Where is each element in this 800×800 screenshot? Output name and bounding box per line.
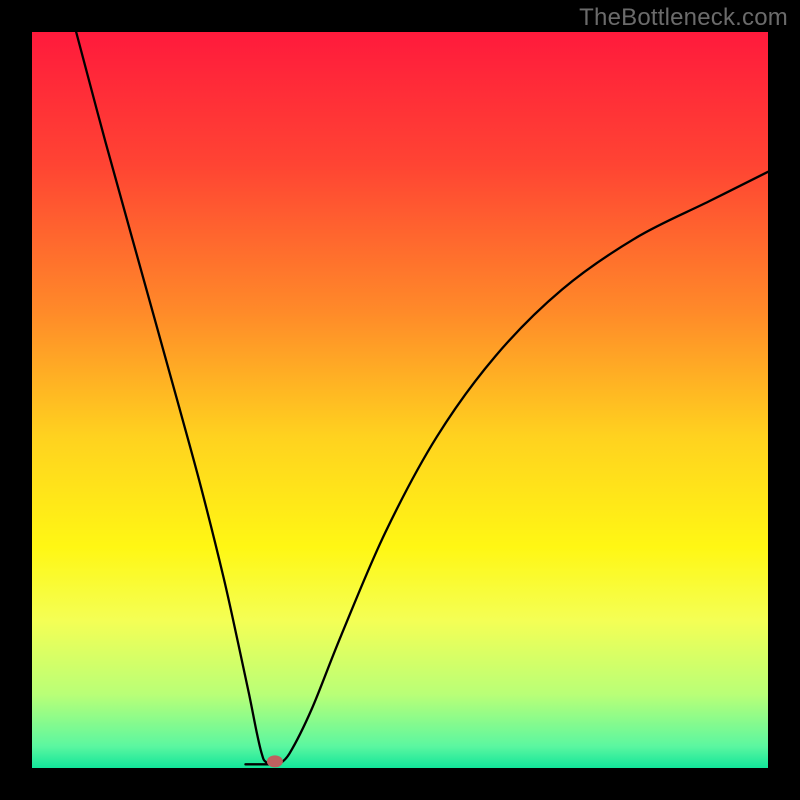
chart-frame bbox=[32, 32, 768, 768]
watermark-text: TheBottleneck.com bbox=[579, 4, 788, 32]
bottleneck-chart bbox=[32, 32, 768, 768]
gradient-background bbox=[32, 32, 768, 768]
optimal-point-marker bbox=[267, 755, 283, 767]
